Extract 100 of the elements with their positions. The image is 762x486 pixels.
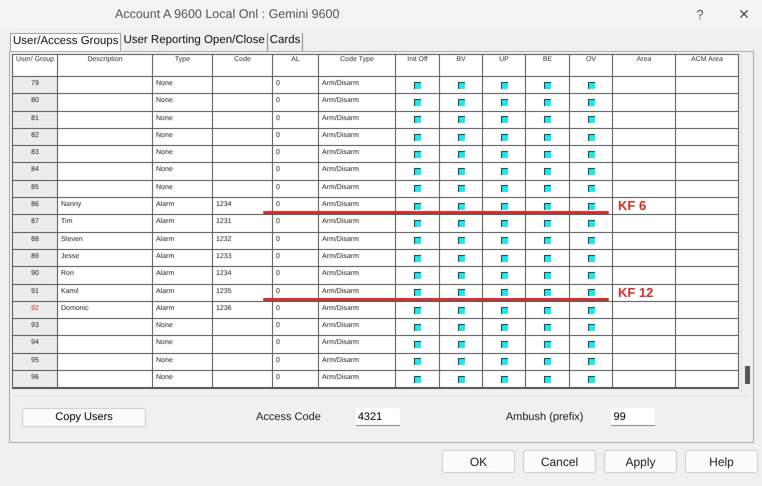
checkbox[interactable] — [414, 98, 421, 106]
checkbox[interactable] — [458, 134, 464, 141]
checkbox[interactable] — [458, 272, 464, 279]
checkbox[interactable] — [588, 306, 594, 314]
checkbox[interactable] — [544, 237, 551, 244]
checkbox[interactable] — [458, 237, 464, 244]
checkbox[interactable] — [544, 134, 551, 141]
checkbox[interactable] — [500, 289, 508, 296]
checkbox[interactable] — [458, 341, 464, 348]
checkbox[interactable] — [458, 306, 464, 314]
checkbox[interactable] — [414, 358, 421, 366]
checkbox[interactable] — [588, 134, 594, 141]
checkbox[interactable] — [588, 220, 594, 228]
checkbox[interactable] — [500, 376, 508, 383]
checkbox[interactable] — [588, 358, 594, 366]
checkbox[interactable] — [544, 376, 551, 383]
checkbox[interactable] — [458, 150, 464, 158]
checkbox[interactable] — [414, 324, 421, 331]
checkbox[interactable] — [458, 220, 464, 228]
dialog-button[interactable]: Apply — [604, 450, 677, 473]
checkbox[interactable] — [500, 82, 508, 89]
copy-users-button[interactable]: Copy Users — [22, 408, 146, 426]
checkbox[interactable] — [544, 168, 551, 176]
checkbox[interactable] — [544, 185, 551, 192]
scrollbar-thumb[interactable] — [745, 366, 750, 384]
checkbox[interactable] — [458, 289, 464, 296]
checkbox[interactable] — [458, 376, 464, 383]
checkbox[interactable] — [544, 98, 551, 106]
checkbox[interactable] — [414, 134, 421, 141]
checkbox[interactable] — [458, 324, 464, 331]
checkbox[interactable] — [588, 341, 594, 348]
checkbox[interactable] — [544, 116, 551, 124]
checkbox[interactable] — [500, 324, 508, 331]
checkbox[interactable] — [500, 358, 508, 366]
checkbox[interactable] — [544, 202, 551, 210]
checkbox[interactable] — [500, 116, 508, 124]
checkbox[interactable] — [544, 220, 551, 228]
checkbox[interactable] — [500, 254, 508, 262]
checkbox[interactable] — [500, 185, 508, 192]
checkbox[interactable] — [544, 150, 551, 158]
checkbox[interactable] — [500, 341, 508, 348]
checkbox[interactable] — [414, 82, 421, 89]
checkbox[interactable] — [414, 116, 421, 124]
checkbox[interactable] — [588, 168, 594, 176]
checkbox[interactable] — [414, 202, 421, 210]
checkbox[interactable] — [414, 150, 421, 158]
checkbox[interactable] — [458, 116, 464, 124]
checkbox[interactable] — [544, 289, 551, 296]
checkbox[interactable] — [588, 150, 594, 158]
checkbox[interactable] — [588, 116, 594, 124]
checkbox[interactable] — [588, 202, 594, 210]
checkbox[interactable] — [458, 202, 464, 210]
checkbox[interactable] — [500, 202, 508, 210]
checkbox[interactable] — [588, 272, 594, 279]
checkbox[interactable] — [414, 168, 421, 176]
checkbox[interactable] — [500, 237, 508, 244]
checkbox[interactable] — [544, 324, 551, 331]
checkbox[interactable] — [544, 254, 551, 262]
tab[interactable]: User/Access Groups — [10, 33, 122, 51]
checkbox[interactable] — [588, 185, 594, 192]
checkbox[interactable] — [588, 289, 594, 296]
checkbox[interactable] — [414, 185, 421, 192]
help-button[interactable]: ? — [690, 6, 710, 22]
checkbox[interactable] — [414, 272, 421, 279]
checkbox[interactable] — [588, 82, 594, 89]
close-button[interactable]: × — [734, 4, 754, 24]
checkbox[interactable] — [458, 98, 464, 106]
checkbox[interactable] — [588, 376, 594, 383]
scrollbar[interactable] — [741, 54, 753, 392]
checkbox[interactable] — [458, 254, 464, 262]
checkbox[interactable] — [414, 341, 421, 348]
checkbox[interactable] — [544, 82, 551, 89]
checkbox[interactable] — [458, 358, 464, 366]
checkbox[interactable] — [500, 220, 508, 228]
checkbox[interactable] — [414, 306, 421, 314]
checkbox[interactable] — [500, 150, 508, 158]
checkbox[interactable] — [544, 272, 551, 279]
access-code-field[interactable]: 4321 — [356, 408, 400, 426]
dialog-button[interactable]: OK — [442, 450, 515, 473]
checkbox[interactable] — [544, 358, 551, 366]
checkbox[interactable] — [458, 82, 464, 89]
checkbox[interactable] — [500, 272, 508, 279]
checkbox[interactable] — [414, 220, 421, 228]
checkbox[interactable] — [414, 254, 421, 262]
checkbox[interactable] — [458, 168, 464, 176]
checkbox[interactable] — [458, 185, 464, 192]
checkbox[interactable] — [500, 134, 508, 141]
checkbox[interactable] — [544, 306, 551, 314]
checkbox[interactable] — [500, 98, 508, 106]
checkbox[interactable] — [414, 376, 421, 383]
checkbox[interactable] — [414, 289, 421, 296]
dialog-button[interactable]: Cancel — [523, 450, 596, 473]
checkbox[interactable] — [544, 341, 551, 348]
checkbox[interactable] — [588, 237, 594, 244]
checkbox[interactable] — [414, 237, 421, 244]
checkbox[interactable] — [500, 168, 508, 176]
ambush-field[interactable]: 99 — [611, 408, 656, 426]
checkbox[interactable] — [588, 324, 594, 331]
dialog-button[interactable]: Help — [685, 450, 758, 473]
checkbox[interactable] — [588, 98, 594, 106]
